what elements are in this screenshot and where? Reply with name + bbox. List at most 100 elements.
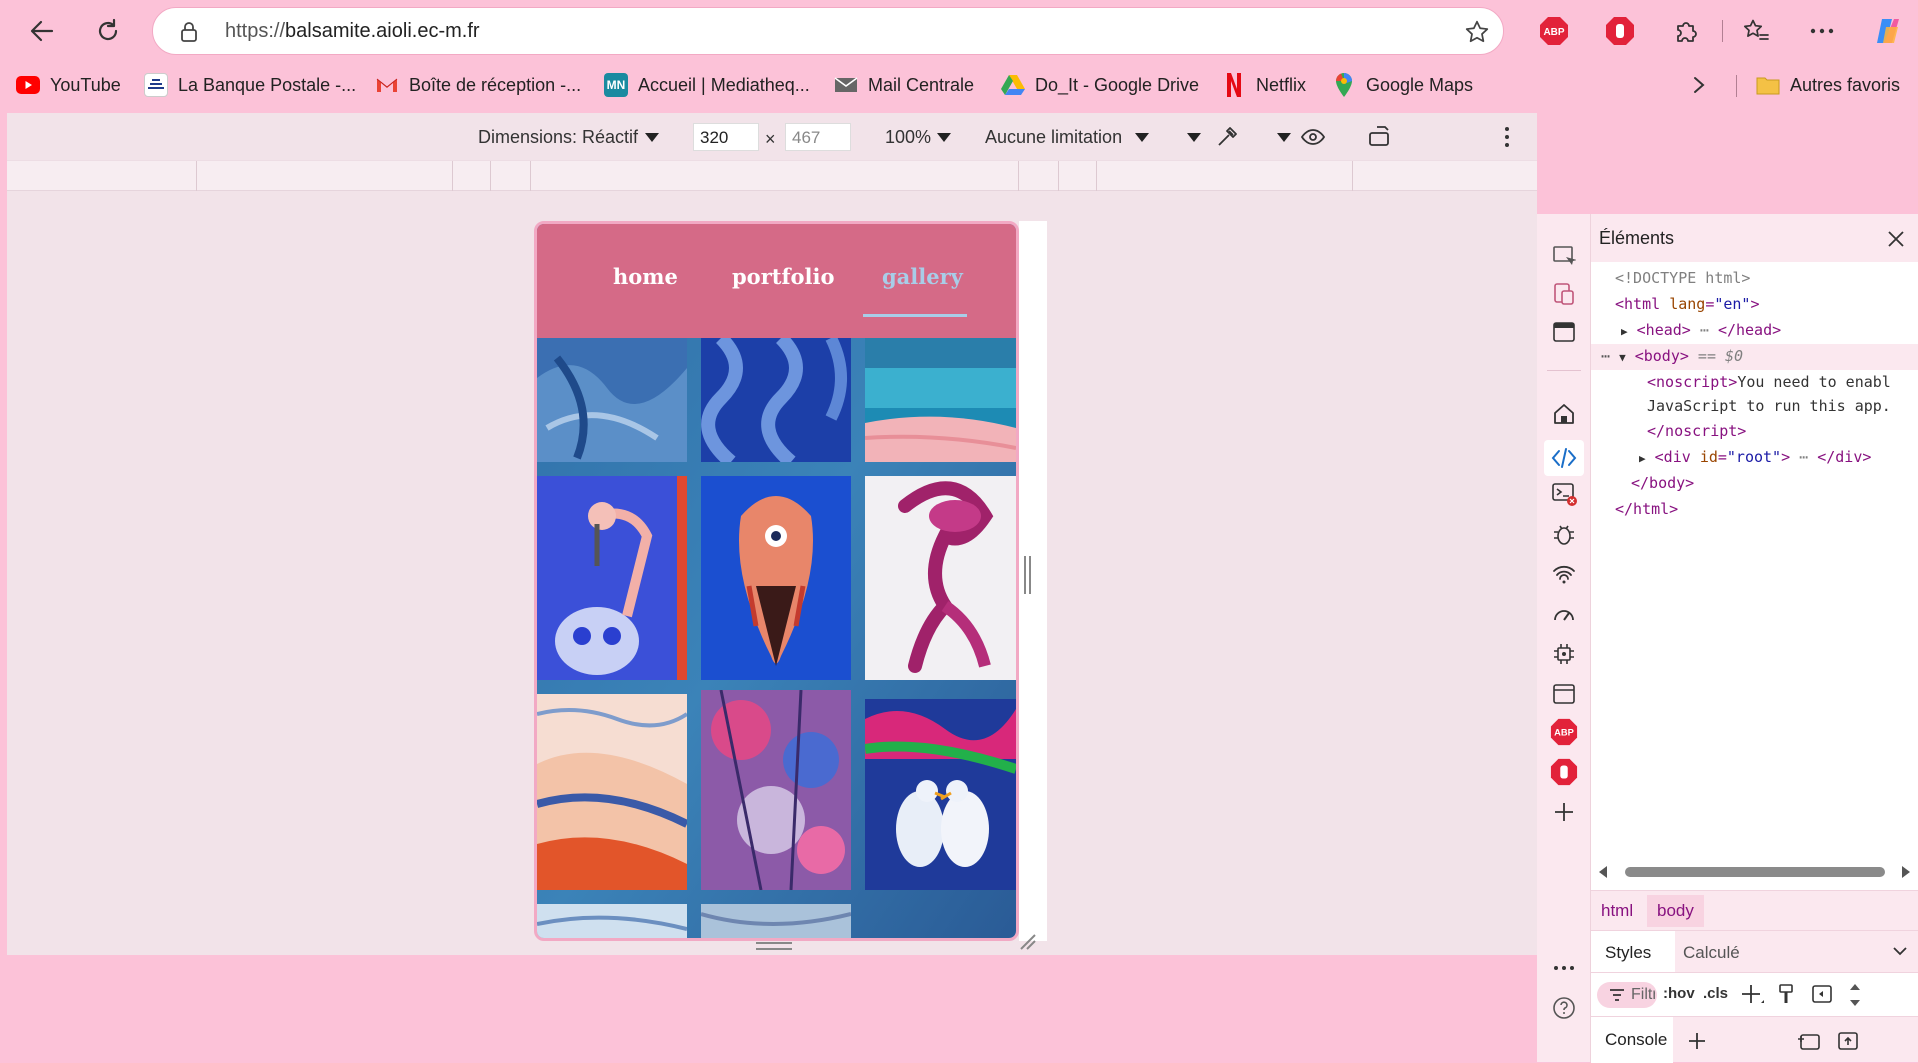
- gallery-image[interactable]: [701, 338, 851, 462]
- resize-handle-right[interactable]: [1024, 556, 1031, 594]
- scroll-arrows-icon[interactable]: [1847, 981, 1863, 1009]
- expand-arrow-icon[interactable]: ▶: [1621, 325, 1628, 338]
- throttle-select[interactable]: Aucune limitation: [985, 127, 1122, 148]
- reload-button[interactable]: [88, 14, 128, 48]
- dom-line-selected[interactable]: ⋯ ▼ <body> == $0: [1591, 344, 1918, 370]
- bookmark-banque-postale[interactable]: La Banque Postale -...: [144, 71, 356, 99]
- hov-toggle[interactable]: :hov: [1663, 985, 1695, 1002]
- dom-line[interactable]: <noscript>You need to enabl: [1591, 370, 1918, 396]
- dom-line[interactable]: <!DOCTYPE html>: [1591, 266, 1918, 292]
- more-tools-icon[interactable]: [1550, 954, 1578, 982]
- vision-eye-icon[interactable]: [1301, 127, 1325, 147]
- help-question-icon[interactable]: [1550, 994, 1578, 1022]
- sources-bug-icon[interactable]: [1550, 520, 1578, 548]
- device-more-icon[interactable]: [1503, 125, 1511, 149]
- bookmark-gmail[interactable]: Boîte de réception -...: [375, 71, 581, 99]
- ublock-icon[interactable]: [1550, 758, 1578, 786]
- caret-down-icon[interactable]: [1277, 133, 1291, 143]
- memory-chip-icon[interactable]: [1550, 640, 1578, 668]
- welcome-home-icon[interactable]: [1550, 400, 1578, 428]
- filter-input[interactable]: Filtr: [1597, 982, 1657, 1008]
- gallery-image[interactable]: [701, 476, 851, 680]
- dom-line[interactable]: </body>: [1591, 471, 1918, 497]
- bookmark-netflix[interactable]: Netflix: [1222, 71, 1306, 99]
- nav-link-portfolio[interactable]: portfolio: [732, 264, 834, 289]
- breadcrumb-body[interactable]: body: [1647, 895, 1704, 927]
- resize-corner-icon[interactable]: [1017, 931, 1037, 951]
- width-input[interactable]: 320: [693, 123, 759, 151]
- dom-line[interactable]: </noscript>: [1591, 419, 1918, 445]
- bookmark-other-folder[interactable]: Autres favoris: [1756, 71, 1900, 99]
- height-input[interactable]: 467: [785, 123, 851, 151]
- gallery-image[interactable]: [865, 338, 1016, 462]
- caret-down-icon[interactable]: [645, 133, 659, 143]
- tab-console[interactable]: Console: [1591, 1017, 1673, 1063]
- collapse-arrow-icon[interactable]: ▼: [1619, 351, 1626, 364]
- nav-link-home[interactable]: home: [613, 264, 678, 289]
- device-emulation-icon[interactable]: [1550, 280, 1578, 308]
- add-drawer-tab-plus-icon[interactable]: [1687, 1031, 1707, 1051]
- eyedropper-icon[interactable]: [1215, 125, 1239, 149]
- back-button[interactable]: [22, 14, 62, 48]
- dock-icon[interactable]: [1797, 1031, 1821, 1051]
- caret-down-icon[interactable]: [1187, 133, 1201, 143]
- dom-line[interactable]: JavaScript to run this app.: [1591, 394, 1918, 420]
- resize-handle-bottom[interactable]: [754, 939, 794, 953]
- gallery-image[interactable]: [701, 690, 851, 890]
- add-tool-plus-icon[interactable]: [1550, 798, 1578, 826]
- bookmarks-overflow-chevron-icon[interactable]: [1686, 71, 1712, 99]
- dom-line[interactable]: ▶ <head> ⋯ </head>: [1591, 318, 1918, 344]
- new-rule-plus-icon[interactable]: [1741, 983, 1765, 1007]
- network-wifi-icon[interactable]: [1550, 560, 1578, 588]
- close-icon[interactable]: [1887, 230, 1905, 248]
- browser-window-icon[interactable]: [1550, 318, 1578, 346]
- chevron-down-icon[interactable]: [1893, 947, 1907, 957]
- console-icon[interactable]: [1550, 480, 1578, 508]
- paint-brush-icon[interactable]: [1777, 983, 1797, 1005]
- nav-link-gallery[interactable]: gallery: [882, 264, 963, 289]
- bookmark-mediatheque[interactable]: MN Accueil | Mediatheq...: [604, 71, 810, 99]
- tab-computed[interactable]: Calculé: [1683, 943, 1740, 963]
- more-options-icon[interactable]: [1806, 15, 1838, 47]
- elements-code-icon[interactable]: [1544, 440, 1584, 476]
- inspect-element-icon[interactable]: [1550, 242, 1578, 270]
- expand-arrow-icon[interactable]: ▶: [1639, 452, 1646, 465]
- copilot-icon[interactable]: [1870, 13, 1906, 49]
- gallery-image[interactable]: [537, 476, 687, 680]
- favorites-icon[interactable]: [1740, 15, 1772, 47]
- gallery-image[interactable]: [701, 904, 851, 938]
- bookmark-google-maps[interactable]: Google Maps: [1332, 71, 1473, 99]
- dom-line[interactable]: </html>: [1591, 497, 1918, 523]
- bookmark-mail-centrale[interactable]: Mail Centrale: [834, 71, 974, 99]
- adblock-plus-icon[interactable]: ABP: [1550, 718, 1578, 746]
- caret-down-icon[interactable]: [937, 133, 951, 143]
- lock-icon[interactable]: [177, 20, 201, 44]
- undock-drawer-icon[interactable]: [1837, 1031, 1859, 1051]
- sidebar-toggle-icon[interactable]: [1811, 984, 1833, 1004]
- ublock-icon[interactable]: [1604, 15, 1636, 47]
- cls-toggle[interactable]: .cls: [1703, 985, 1728, 1002]
- application-panel-icon[interactable]: [1550, 680, 1578, 708]
- extensions-puzzle-icon[interactable]: [1670, 15, 1702, 47]
- dom-line[interactable]: <html lang="en">: [1591, 292, 1918, 318]
- favorite-star-icon[interactable]: [1463, 18, 1491, 46]
- bookmark-google-drive[interactable]: Do_It - Google Drive: [1001, 71, 1199, 99]
- zoom-select[interactable]: 100%: [885, 127, 931, 148]
- dom-line[interactable]: ▶ <div id="root"> ⋯ </div>: [1591, 445, 1918, 471]
- gallery-image[interactable]: [537, 338, 687, 462]
- caret-down-icon[interactable]: [1135, 133, 1149, 143]
- bookmark-youtube[interactable]: YouTube: [16, 71, 121, 99]
- breadcrumb-html[interactable]: html: [1601, 901, 1633, 921]
- adblock-plus-icon[interactable]: ABP: [1538, 15, 1570, 47]
- gallery-image[interactable]: [865, 476, 1016, 680]
- media-query-ruler[interactable]: [7, 161, 1537, 191]
- dimensions-select[interactable]: Dimensions: Réactif: [478, 127, 638, 148]
- gallery-image[interactable]: [537, 904, 687, 938]
- gallery-image[interactable]: [537, 694, 687, 890]
- tab-styles[interactable]: Styles: [1591, 931, 1675, 973]
- horizontal-scrollbar[interactable]: [1593, 862, 1916, 882]
- gallery-image[interactable]: [865, 699, 1016, 890]
- address-bar[interactable]: https://balsamite.aioli.ec-m.fr: [152, 7, 1504, 55]
- rotate-device-icon[interactable]: [1367, 125, 1393, 149]
- performance-gauge-icon[interactable]: [1550, 600, 1578, 628]
